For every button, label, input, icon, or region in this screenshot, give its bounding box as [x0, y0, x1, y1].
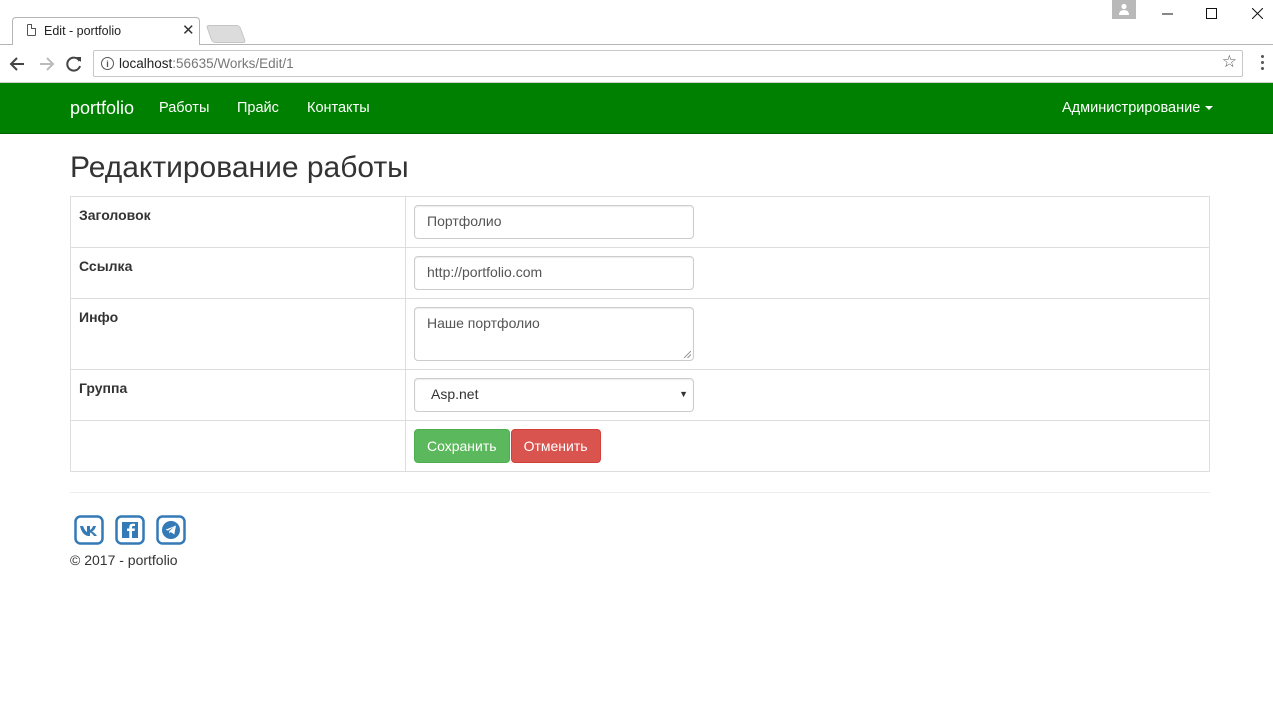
site-navbar: portfolio Работы Прайс Контакты Админист… [0, 83, 1273, 134]
form-row-title: Заголовок Портфолио [70, 196, 1210, 248]
cancel-button[interactable]: Отменить [510, 429, 601, 463]
close-window-button[interactable] [1234, 0, 1273, 28]
resize-handle-icon[interactable] [684, 351, 691, 358]
group-select[interactable]: Asp.net ▼ [414, 378, 694, 412]
forward-icon[interactable] [35, 53, 57, 75]
brand-link[interactable]: portfolio [70, 98, 134, 119]
star-icon[interactable]: ☆ [1222, 52, 1237, 72]
telegram-icon[interactable] [156, 515, 186, 545]
page-icon [27, 24, 36, 36]
profile-icon[interactable] [1112, 0, 1136, 19]
info-icon[interactable]: i [101, 57, 114, 70]
browser-toolbar: i localhost:56635/Works/Edit/1 ☆ [0, 45, 1273, 83]
link-label: Ссылка [70, 247, 406, 299]
new-tab-button[interactable] [205, 25, 247, 43]
browser-titlebar: Edit - portfolio ✕ [0, 0, 1273, 45]
edit-form-table: Заголовок Портфолио Ссылка http://portfo… [70, 196, 1210, 472]
form-row-info: Инфо Наше портфолио [70, 298, 1210, 370]
vk-icon[interactable] [74, 515, 104, 545]
address-bar[interactable]: i localhost:56635/Works/Edit/1 ☆ [93, 50, 1243, 77]
tab-title[interactable]: Edit - portfolio [44, 24, 121, 38]
page-title: Редактирование работы [70, 151, 409, 184]
copyright-text: © 2017 - portfolio [70, 552, 178, 568]
form-row-link: Ссылка http://portfolio.com [70, 247, 1210, 299]
title-label: Заголовок [70, 196, 406, 248]
menu-icon[interactable] [1256, 55, 1268, 73]
nav-link-works[interactable]: Работы [159, 100, 209, 116]
admin-dropdown[interactable]: Администрирование [1062, 100, 1214, 116]
group-label: Группа [70, 369, 406, 421]
info-textarea[interactable]: Наше портфолио [414, 307, 694, 361]
reload-icon[interactable] [63, 53, 85, 75]
tab-close-icon[interactable]: ✕ [182, 21, 195, 41]
facebook-icon[interactable] [115, 515, 145, 545]
info-textarea-value: Наше портфолио [427, 315, 540, 331]
admin-dropdown-label: Администрирование [1062, 100, 1201, 116]
link-input[interactable]: http://portfolio.com [414, 256, 694, 290]
url-text[interactable]: localhost:56635/Works/Edit/1 [119, 56, 294, 71]
caret-down-icon [1205, 106, 1214, 111]
save-button[interactable]: Сохранить [414, 429, 510, 463]
form-row-group: Группа Asp.net ▼ [70, 369, 1210, 421]
dropdown-arrow-icon: ▼ [679, 389, 688, 399]
info-label: Инфо [70, 298, 406, 370]
nav-link-price[interactable]: Прайс [237, 100, 279, 116]
title-input[interactable]: Портфолио [414, 205, 694, 239]
back-icon[interactable] [7, 53, 29, 75]
nav-link-contacts[interactable]: Контакты [307, 100, 370, 116]
minimize-button[interactable] [1144, 0, 1190, 28]
form-row-actions: Сохранить Отменить [70, 420, 1210, 472]
group-select-value: Asp.net [431, 386, 479, 402]
footer-divider [70, 492, 1210, 493]
maximize-button[interactable] [1188, 0, 1234, 28]
